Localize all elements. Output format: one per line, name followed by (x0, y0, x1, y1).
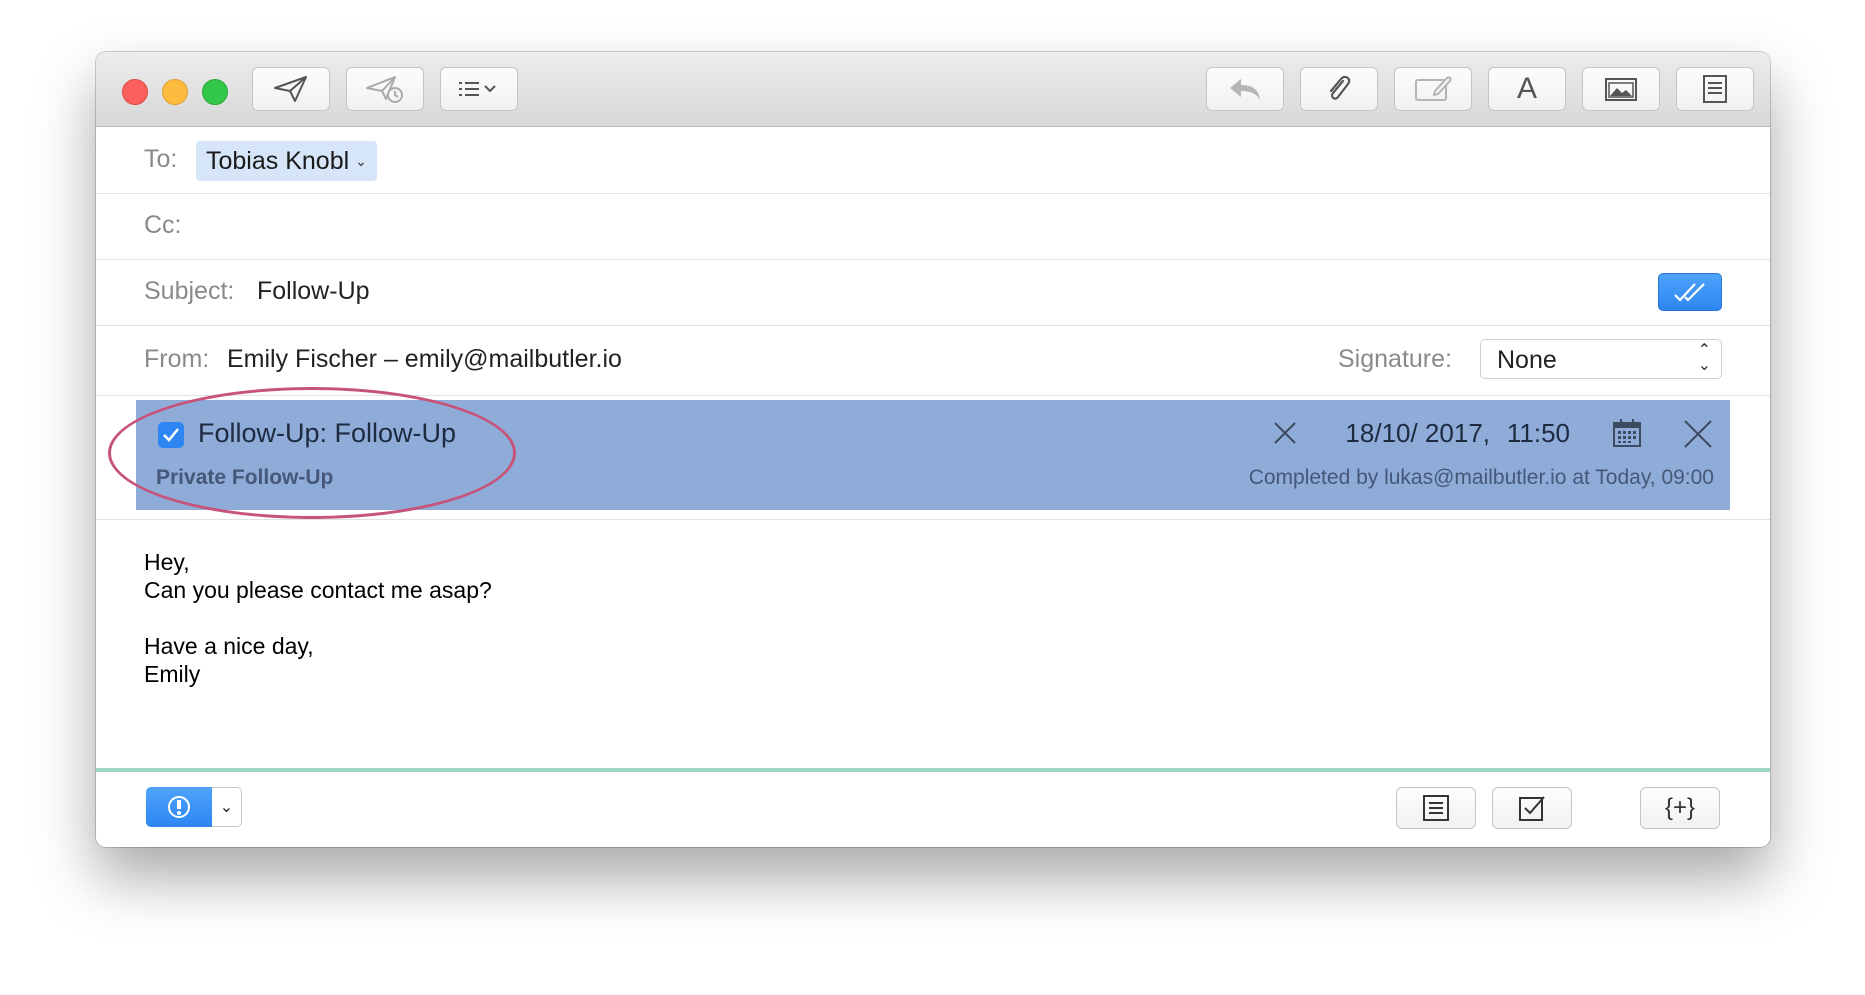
minimize-window-button[interactable] (162, 79, 188, 105)
annotate-button[interactable] (1394, 67, 1472, 111)
recipient-name: Tobias Knobl (206, 146, 350, 175)
cc-row[interactable]: Cc: (96, 193, 1770, 260)
photo-browser-button[interactable] (1582, 67, 1660, 111)
reply-button[interactable] (1206, 67, 1284, 111)
placeholder-icon: {+} (1664, 794, 1696, 821)
notes-button[interactable] (1396, 787, 1476, 829)
font-icon: A (1516, 72, 1537, 105)
read-tracking-button[interactable] (1658, 273, 1722, 311)
remove-follow-up-button[interactable] (1682, 418, 1714, 455)
close-icon (1684, 420, 1712, 448)
close-window-button[interactable] (122, 79, 148, 105)
follow-up-title: Follow-Up: Follow-Up (198, 418, 457, 448)
attach-icon (1329, 75, 1351, 100)
task-check-icon (1519, 796, 1545, 821)
attach-button[interactable] (1300, 67, 1378, 111)
signature-label: Signature: (1338, 345, 1452, 373)
chevron-down-icon: ⌄ (355, 152, 367, 169)
clear-date-button[interactable] (1272, 420, 1298, 451)
format-list-icon (459, 82, 496, 96)
mailbutler-bar: ⌄ {+} (96, 772, 1770, 847)
zoom-window-button[interactable] (202, 79, 228, 105)
subject-label: Subject: (144, 277, 235, 305)
template-icon (1703, 75, 1727, 103)
mailbutler-dropdown[interactable]: ⌄ (212, 787, 242, 827)
follow-up-type: Private Follow-Up (156, 466, 334, 489)
photo-browser-icon (1605, 78, 1637, 101)
mailbutler-button[interactable] (146, 787, 212, 827)
follow-up-panel[interactable]: Follow-Up: Follow-Up Private Follow-Up 1… (136, 400, 1730, 510)
subject-row: Subject: Follow-Up (96, 259, 1770, 326)
notes-icon (1423, 795, 1449, 821)
reply-icon (1230, 79, 1260, 100)
message-body[interactable]: Hey, Can you please contact me asap? Hav… (144, 548, 492, 688)
body-line (144, 604, 492, 632)
subject-field[interactable]: Follow-Up (257, 277, 370, 306)
signature-value: None (1497, 346, 1557, 374)
title-bar: A (96, 52, 1770, 127)
compose-window: A To: Tobias Knobl ⌄ Cc: Subject: Follow… (96, 52, 1770, 847)
from-row: From: Emily Fischer – emily@mailbutler.i… (96, 325, 1770, 396)
annotate-icon (1415, 76, 1452, 101)
to-label: To: (144, 145, 178, 173)
double-check-icon (1674, 283, 1705, 302)
send-button[interactable] (252, 67, 330, 111)
send-icon (274, 76, 307, 102)
body-line: Have a nice day, (144, 633, 314, 659)
follow-up-date[interactable]: 18/10/ 2017, (1345, 418, 1490, 449)
body-line: Can you please contact me asap? (144, 577, 492, 603)
follow-up-checkbox[interactable] (158, 422, 184, 448)
font-button[interactable]: A (1488, 67, 1566, 111)
to-row: To: Tobias Knobl ⌄ (96, 127, 1770, 194)
separator (96, 518, 1770, 520)
chevron-down-icon: ⌄ (219, 799, 234, 816)
send-later-button[interactable] (346, 67, 424, 111)
recipient-token[interactable]: Tobias Knobl ⌄ (196, 141, 377, 181)
body-line: Hey, (144, 549, 190, 575)
follow-up-time[interactable]: 11:50 (1507, 418, 1570, 449)
cc-label: Cc: (144, 211, 182, 239)
calendar-icon (1613, 419, 1641, 447)
signature-select[interactable]: None ⌃ ⌄ (1480, 339, 1722, 379)
mailbutler-icon (168, 796, 190, 818)
from-label: From: (144, 345, 210, 373)
checkmark-icon (163, 428, 179, 442)
calendar-button[interactable] (1612, 418, 1642, 453)
format-list-button[interactable] (440, 67, 518, 111)
updown-chevron-icon: ⌃ ⌄ (1697, 342, 1711, 374)
placeholders-button[interactable]: {+} (1640, 787, 1720, 829)
from-field[interactable]: Emily Fischer – emily@mailbutler.io (227, 345, 622, 374)
completion-status: Completed by lukas@mailbutler.io at Toda… (1248, 466, 1714, 489)
tasks-button[interactable] (1492, 787, 1572, 829)
template-button[interactable] (1676, 67, 1754, 111)
send-later-icon (366, 76, 403, 103)
body-line: Emily (144, 661, 201, 687)
close-icon (1274, 422, 1296, 444)
